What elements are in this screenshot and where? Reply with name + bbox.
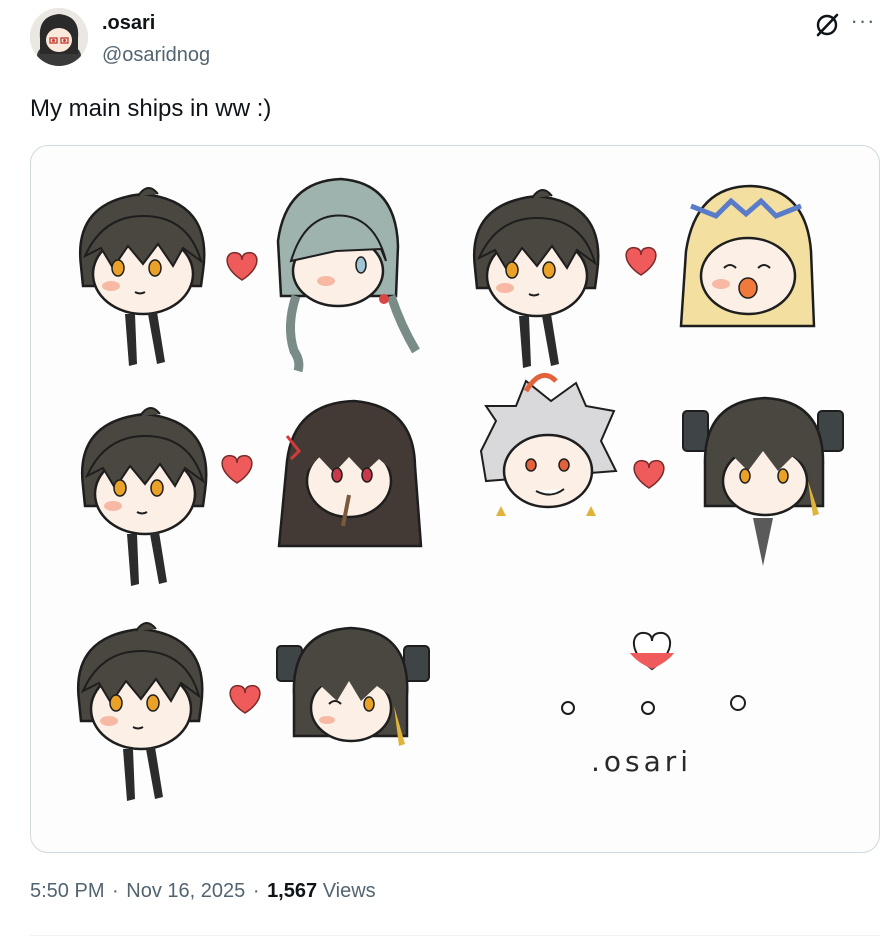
avatar[interactable] — [30, 8, 88, 66]
tweet-text: My main ships in ww :) — [30, 95, 272, 122]
views-count: 1,567 — [267, 880, 318, 902]
grok-button[interactable] — [812, 10, 842, 40]
artwork-signature: .osari — [591, 745, 692, 778]
avatar-image — [30, 8, 88, 66]
meta-separator: · — [112, 880, 119, 902]
meta-separator: · — [252, 880, 260, 902]
author-display-name[interactable]: .osari — [102, 12, 155, 35]
more-options-button[interactable]: ··· — [848, 6, 878, 36]
tweet-time[interactable]: 5:50 PM — [30, 880, 104, 902]
illustration: .osari — [76, 177, 844, 803]
views-label: Views — [322, 880, 376, 902]
tweet-media-image[interactable]: .osari — [30, 145, 880, 853]
tweet-date[interactable]: Nov 16, 2025 — [126, 880, 245, 902]
author-handle[interactable]: @osaridnog — [102, 44, 210, 67]
grok-icon — [816, 13, 839, 37]
tweet-metadata: 5:50 PM · Nov 16, 2025 · 1,567 Views — [30, 880, 376, 903]
divider — [30, 935, 880, 936]
more-options-icon: ··· — [850, 8, 876, 33]
